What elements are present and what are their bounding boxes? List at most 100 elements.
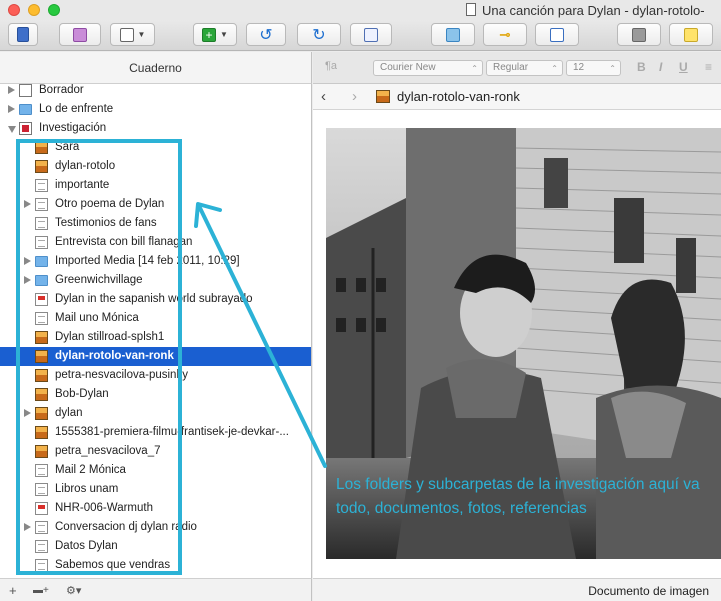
disclosure-closed-icon[interactable] [8, 86, 15, 94]
inspector-icon [73, 27, 87, 42]
fullscreen-button[interactable] [431, 23, 475, 46]
font-weight-select[interactable]: Regular [486, 60, 563, 76]
binder-item[interactable]: Sabemos que vendras [0, 556, 311, 575]
binder-item[interactable]: Entrevista con bill flanagan [0, 233, 311, 252]
binder-item[interactable]: Dylan stillroad-splsh1 [0, 328, 311, 347]
binder-item[interactable]: petra-nesvacilova-pusinky [0, 366, 311, 385]
edit-button[interactable] [535, 23, 579, 46]
image-icon [35, 426, 48, 439]
binder-item-label: Bob-Dylan [55, 388, 109, 400]
binder-item[interactable]: Bob-Dylan [0, 385, 311, 404]
add-item-button[interactable]: + [9, 583, 17, 598]
outline-button[interactable] [350, 23, 392, 46]
binder-item[interactable]: Libros unam [0, 480, 311, 499]
font-size-select[interactable]: 12 [566, 60, 621, 76]
view-mode-button[interactable]: ▼ [110, 23, 155, 46]
image-icon [35, 369, 48, 382]
image-document-icon [376, 90, 390, 103]
text-icon [35, 559, 48, 572]
disclosure-closed-icon[interactable] [24, 276, 31, 284]
binder-item[interactable]: Otro poema de Dylan [0, 195, 311, 214]
document-proxy-icon [466, 3, 476, 16]
binder-header: Cuaderno [0, 52, 312, 84]
binder-item-label: NHR-006-Warmuth [55, 502, 153, 514]
status-bar: Documento de imagen [313, 578, 721, 601]
binder-item[interactable]: dylan [0, 404, 311, 423]
binder-item[interactable]: Greenwichvillage [0, 271, 311, 290]
binder-item-label: Sabemos que vendras [55, 559, 171, 571]
binder-item[interactable]: Datos Dylan [0, 537, 311, 556]
inspector-button[interactable] [59, 23, 101, 46]
binder-item[interactable]: Imported Media [14 feb 2011, 10:29] [0, 252, 311, 271]
binder-item[interactable]: petra_nesvacilova_7 [0, 442, 311, 461]
binder-item[interactable]: Mail 2 Mónica [0, 461, 311, 480]
document-name: dylan-rotolo-van-ronk [397, 89, 520, 104]
disclosure-closed-icon[interactable] [24, 200, 31, 208]
binder-item[interactable]: Borrador [0, 84, 311, 100]
binder-item[interactable]: NHR-006-Warmuth [0, 499, 311, 518]
binder-item-label: petra-nesvacilova-pusinky [55, 369, 188, 381]
zoom-window-button[interactable] [48, 4, 60, 16]
binder-item-label: dylan [55, 407, 83, 419]
add-folder-button[interactable]: ▬+ [33, 585, 49, 596]
app-window: Una canción para Dylan - dylan-rotolo- ▼… [0, 0, 721, 601]
keywords-button[interactable]: ⊸ [483, 23, 527, 46]
binder-toggle-button[interactable] [8, 23, 38, 46]
sync-button[interactable]: ↺ [246, 23, 286, 46]
toolbar: ▼ + ▼ ↺ ↻ ⊸ [0, 20, 721, 51]
comment-button[interactable] [669, 23, 713, 46]
italic-button[interactable]: I [659, 60, 662, 74]
binder-item-label: Conversacion dj dylan radio [55, 521, 197, 533]
binder-item-label: Datos Dylan [55, 540, 118, 552]
fullscreen-icon [446, 27, 460, 42]
binder-item[interactable]: Sara [0, 138, 311, 157]
compile-icon: ↻ [312, 26, 326, 44]
binder-item-label: Mail uno Mónica [55, 312, 139, 324]
folder-icon [19, 104, 32, 115]
snapshot-button[interactable] [617, 23, 661, 46]
disclosure-closed-icon[interactable] [24, 523, 31, 531]
disclosure-closed-icon[interactable] [24, 257, 31, 265]
binder-item[interactable]: Conversacion dj dylan radio [0, 518, 311, 537]
folder-icon [35, 256, 48, 267]
binder-item-label: 1555381-premiera-filmu-frantisek-je-devk… [55, 426, 289, 438]
chevron-down-icon: ▼ [137, 30, 146, 39]
binder-item[interactable]: 1555381-premiera-filmu-frantisek-je-devk… [0, 423, 311, 442]
binder-item[interactable]: Dylan in the sapanish world subrayado [0, 290, 311, 309]
format-bar: ¶a Courier New Regular 12 B I U ≡ [313, 52, 721, 84]
binder-item[interactable]: Investigación [0, 119, 311, 138]
binder-item[interactable]: Testimonios de fans [0, 214, 311, 233]
align-icon[interactable]: ≡ [705, 60, 712, 74]
plus-icon: + [202, 27, 217, 42]
disclosure-closed-icon[interactable] [24, 409, 31, 417]
paragraph-style-button[interactable]: ¶a [325, 60, 337, 72]
chevron-down-icon: ▼ [220, 30, 228, 39]
binder-item[interactable]: Mail uno Mónica [0, 309, 311, 328]
minimize-window-button[interactable] [28, 4, 40, 16]
binder-outline[interactable]: Borrador Lo de enfrente Investigación Sara d… [0, 84, 312, 578]
forward-button[interactable]: › [352, 88, 357, 105]
draft-icon [19, 84, 32, 97]
disclosure-closed-icon[interactable] [8, 105, 15, 113]
comment-icon [684, 27, 698, 42]
binder-item[interactable]: dylan-rotolo [0, 157, 311, 176]
underline-button[interactable]: U [679, 60, 688, 74]
add-button[interactable]: + ▼ [193, 23, 237, 46]
binder-item[interactable]: Lo de enfrente [0, 100, 311, 119]
font-family-select[interactable]: Courier New [373, 60, 483, 76]
binder-item[interactable]: importante [0, 176, 311, 195]
text-icon [35, 179, 48, 192]
binder-item[interactable]: dylan-rotolo-van-ronk [0, 347, 311, 366]
folder-icon [35, 275, 48, 286]
text-icon [35, 483, 48, 496]
outline-icon [364, 27, 378, 42]
binder-item-label: petra_nesvacilova_7 [55, 445, 161, 457]
back-button[interactable]: ‹ [321, 88, 326, 105]
close-window-button[interactable] [8, 4, 20, 16]
compile-button[interactable]: ↻ [297, 23, 341, 46]
bold-button[interactable]: B [637, 60, 646, 74]
settings-button[interactable]: ⚙▾ [66, 584, 81, 597]
binder-item-label: Dylan stillroad-splsh1 [55, 331, 165, 343]
disclosure-open-icon[interactable] [8, 126, 16, 133]
binder-footer: + ▬+ ⚙▾ [0, 578, 312, 601]
